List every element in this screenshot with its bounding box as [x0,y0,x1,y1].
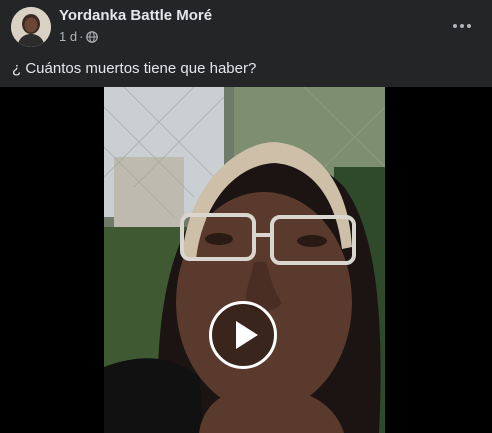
meta-separator: · [79,29,84,44]
video-player[interactable] [0,87,492,433]
ellipsis-icon-dot [467,24,471,28]
more-options-button[interactable] [446,10,478,42]
post-caption: ¿ Cuántos muertos tiene que haber? [12,60,257,77]
post-card: Yordanka Battle Moré 1 d · ¿ Cuántos mue… [0,0,492,433]
post-timestamp[interactable]: 1 d [59,29,77,44]
globe-icon [86,30,99,43]
play-icon [236,321,258,349]
author-avatar[interactable] [11,7,51,47]
author-name[interactable]: Yordanka Battle Moré [59,7,212,24]
play-button[interactable] [209,301,277,369]
ellipsis-icon-dot [460,24,464,28]
ellipsis-icon-dot [453,24,457,28]
video-frame [104,87,385,433]
post-header: Yordanka Battle Moré 1 d · [0,0,492,56]
post-meta: 1 d · [59,29,99,44]
